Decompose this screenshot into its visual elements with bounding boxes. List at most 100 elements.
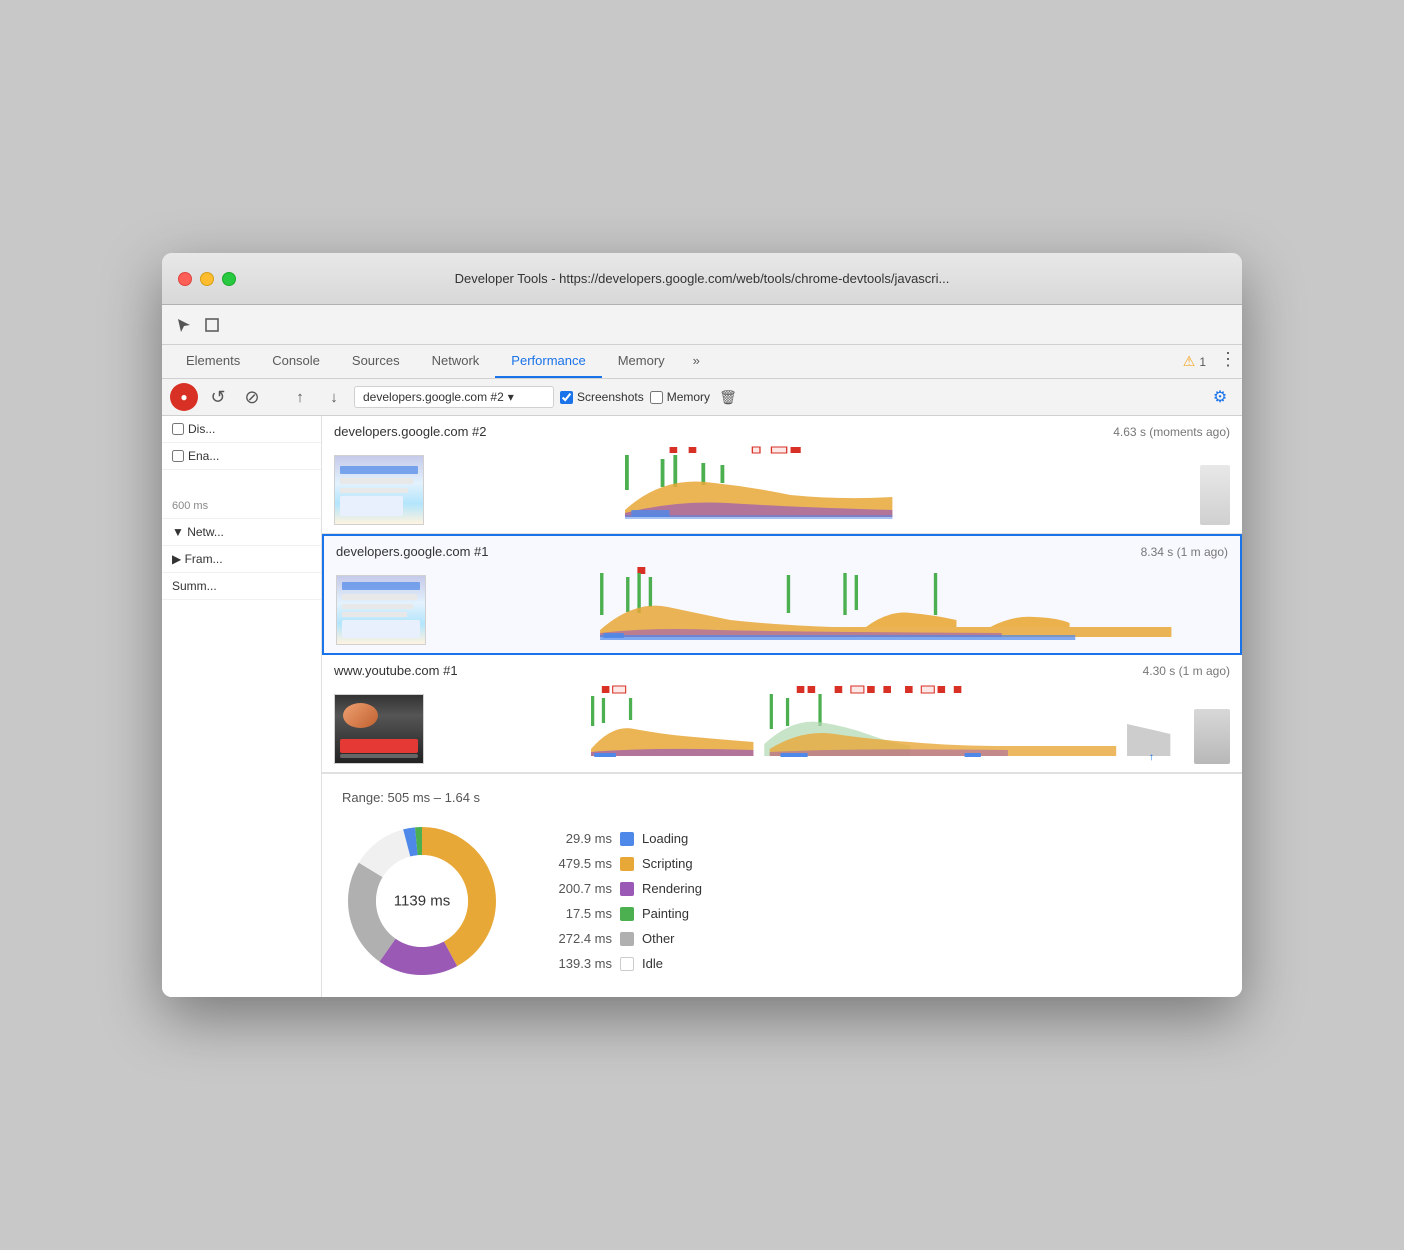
screenshots-checkbox-label[interactable]: Screenshots	[560, 390, 644, 404]
recording-title-1: developers.google.com #2	[334, 424, 487, 439]
tab-console[interactable]: Console	[256, 345, 336, 378]
recording-header-2: developers.google.com #1 8.34 s (1 m ago…	[336, 544, 1228, 559]
devtools-body: Elements Console Sources Network Perform…	[162, 305, 1242, 997]
legend-name-idle: Idle	[642, 956, 663, 971]
url-value: developers.google.com #2	[363, 390, 504, 404]
maximize-button[interactable]	[222, 272, 236, 286]
legend-time-painting: 17.5 ms	[542, 906, 612, 921]
legend-item-painting: 17.5 ms Painting	[542, 906, 702, 921]
settings-button[interactable]: ⚙	[1206, 383, 1234, 411]
legend-name-rendering: Rendering	[642, 881, 702, 896]
devtools-options-button[interactable]: ⋮	[1214, 345, 1242, 373]
tab-sources[interactable]: Sources	[336, 345, 416, 378]
chart-area-2	[436, 565, 1228, 645]
close-button[interactable]	[178, 272, 192, 286]
range-text: Range: 505 ms – 1.64 s	[342, 790, 1222, 805]
clear-button[interactable]: ⊘	[238, 383, 266, 411]
main-content: Dis... Ena... 600 ms ▼ Netw... ▶ Fram...…	[162, 416, 1242, 997]
enable-checkbox[interactable]	[172, 450, 184, 462]
reload-record-button[interactable]: ↺	[204, 383, 232, 411]
recording-chart-1	[334, 445, 1230, 525]
recording-title-3: www.youtube.com #1	[334, 663, 458, 678]
legend-name-loading: Loading	[642, 831, 688, 846]
legend-item-idle: 139.3 ms Idle	[542, 956, 702, 971]
left-panel-frames[interactable]: ▶ Fram...	[162, 546, 321, 573]
legend-name-other: Other	[642, 931, 675, 946]
legend-color-scripting	[620, 857, 634, 871]
left-panel-disable[interactable]: Dis...	[162, 416, 321, 443]
legend-item-rendering: 200.7 ms Rendering	[542, 881, 702, 896]
warning-count: 1	[1199, 355, 1206, 369]
devtools-window: Developer Tools - https://developers.goo…	[162, 253, 1242, 997]
recording-card-1[interactable]: developers.google.com #2 4.63 s (moments…	[322, 416, 1242, 534]
left-panel-600ms: 600 ms	[162, 470, 321, 519]
traffic-lights	[178, 272, 236, 286]
donut-label: 1139 ms	[394, 893, 450, 910]
main-toolbar	[162, 305, 1242, 345]
recording-chart-2	[336, 565, 1228, 645]
recording-thumbnail-1	[334, 455, 424, 525]
inspector-icon[interactable]	[198, 311, 226, 339]
recording-header-3: www.youtube.com #1 4.30 s (1 m ago)	[334, 663, 1230, 678]
recording-thumbnail-2	[336, 575, 426, 645]
legend-item-other: 272.4 ms Other	[542, 931, 702, 946]
legend-name-scripting: Scripting	[642, 856, 693, 871]
nav-tabs: Elements Console Sources Network Perform…	[162, 345, 1242, 379]
trash-button[interactable]: 🗑	[716, 385, 740, 409]
memory-checkbox-label[interactable]: Memory	[650, 390, 710, 404]
recording-card-2[interactable]: developers.google.com #1 8.34 s (1 m ago…	[322, 534, 1242, 655]
legend-name-painting: Painting	[642, 906, 689, 921]
legend-time-rendering: 200.7 ms	[542, 881, 612, 896]
legend-time-idle: 139.3 ms	[542, 956, 612, 971]
left-panel-summary[interactable]: Summ...	[162, 573, 321, 600]
warning-icon: ⚠	[1183, 353, 1196, 370]
chevron-down-icon: ▾	[508, 390, 514, 404]
left-panel-enable[interactable]: Ena...	[162, 443, 321, 470]
tab-elements[interactable]: Elements	[170, 345, 256, 378]
legend: 29.9 ms Loading 479.5 ms Scripting 200.7…	[542, 831, 702, 971]
minimize-button[interactable]	[200, 272, 214, 286]
left-panel-network[interactable]: ▼ Netw...	[162, 519, 321, 546]
recording-time-2: 8.34 s (1 m ago)	[1141, 545, 1228, 559]
download-button[interactable]: ↓	[320, 383, 348, 411]
recording-title-2: developers.google.com #1	[336, 544, 489, 559]
cursor-icon[interactable]	[170, 311, 198, 339]
chart-area-1	[434, 445, 1198, 525]
tab-performance[interactable]: Performance	[495, 345, 601, 378]
recording-time-3: 4.30 s (1 m ago)	[1143, 664, 1230, 678]
warning-badge: ⚠ 1	[1175, 345, 1214, 378]
record-button[interactable]: ●	[170, 383, 198, 411]
legend-color-other	[620, 932, 634, 946]
screenshots-label: Screenshots	[577, 390, 644, 404]
legend-color-painting	[620, 907, 634, 921]
donut-chart: 1139 ms	[342, 821, 502, 981]
more-tabs-button[interactable]: »	[681, 345, 712, 378]
recording-card-3[interactable]: www.youtube.com #1 4.30 s (1 m ago)	[322, 655, 1242, 773]
legend-item-scripting: 479.5 ms Scripting	[542, 856, 702, 871]
legend-time-scripting: 479.5 ms	[542, 856, 612, 871]
legend-time-loading: 29.9 ms	[542, 831, 612, 846]
upload-button[interactable]: ↑	[286, 383, 314, 411]
disable-checkbox[interactable]	[172, 423, 184, 435]
tab-memory[interactable]: Memory	[602, 345, 681, 378]
legend-item-loading: 29.9 ms Loading	[542, 831, 702, 846]
svg-text:↑: ↑	[1149, 752, 1154, 763]
screenshots-checkbox[interactable]	[560, 391, 573, 404]
url-selector[interactable]: developers.google.com #2 ▾	[354, 386, 554, 408]
memory-label: Memory	[667, 390, 710, 404]
chart-area-3: ↑	[434, 684, 1192, 764]
legend-time-other: 272.4 ms	[542, 931, 612, 946]
recording-chart-3: ↑	[334, 684, 1230, 764]
summary-panel: Range: 505 ms – 1.64 s	[322, 773, 1242, 997]
recording-header-1: developers.google.com #2 4.63 s (moments…	[334, 424, 1230, 439]
recording-time-1: 4.63 s (moments ago)	[1113, 425, 1230, 439]
recording-thumbnail-3	[334, 694, 424, 764]
window-title: Developer Tools - https://developers.goo…	[455, 271, 950, 286]
memory-checkbox[interactable]	[650, 391, 663, 404]
summary-content: 1139 ms 29.9 ms Loading 479.5 ms	[342, 821, 1222, 981]
tab-network[interactable]: Network	[416, 345, 496, 378]
legend-color-loading	[620, 832, 634, 846]
left-panel: Dis... Ena... 600 ms ▼ Netw... ▶ Fram...…	[162, 416, 322, 997]
perf-toolbar: ● ↺ ⊘ ↑ ↓ developers.google.com #2 ▾ Scr…	[162, 379, 1242, 416]
legend-color-rendering	[620, 882, 634, 896]
